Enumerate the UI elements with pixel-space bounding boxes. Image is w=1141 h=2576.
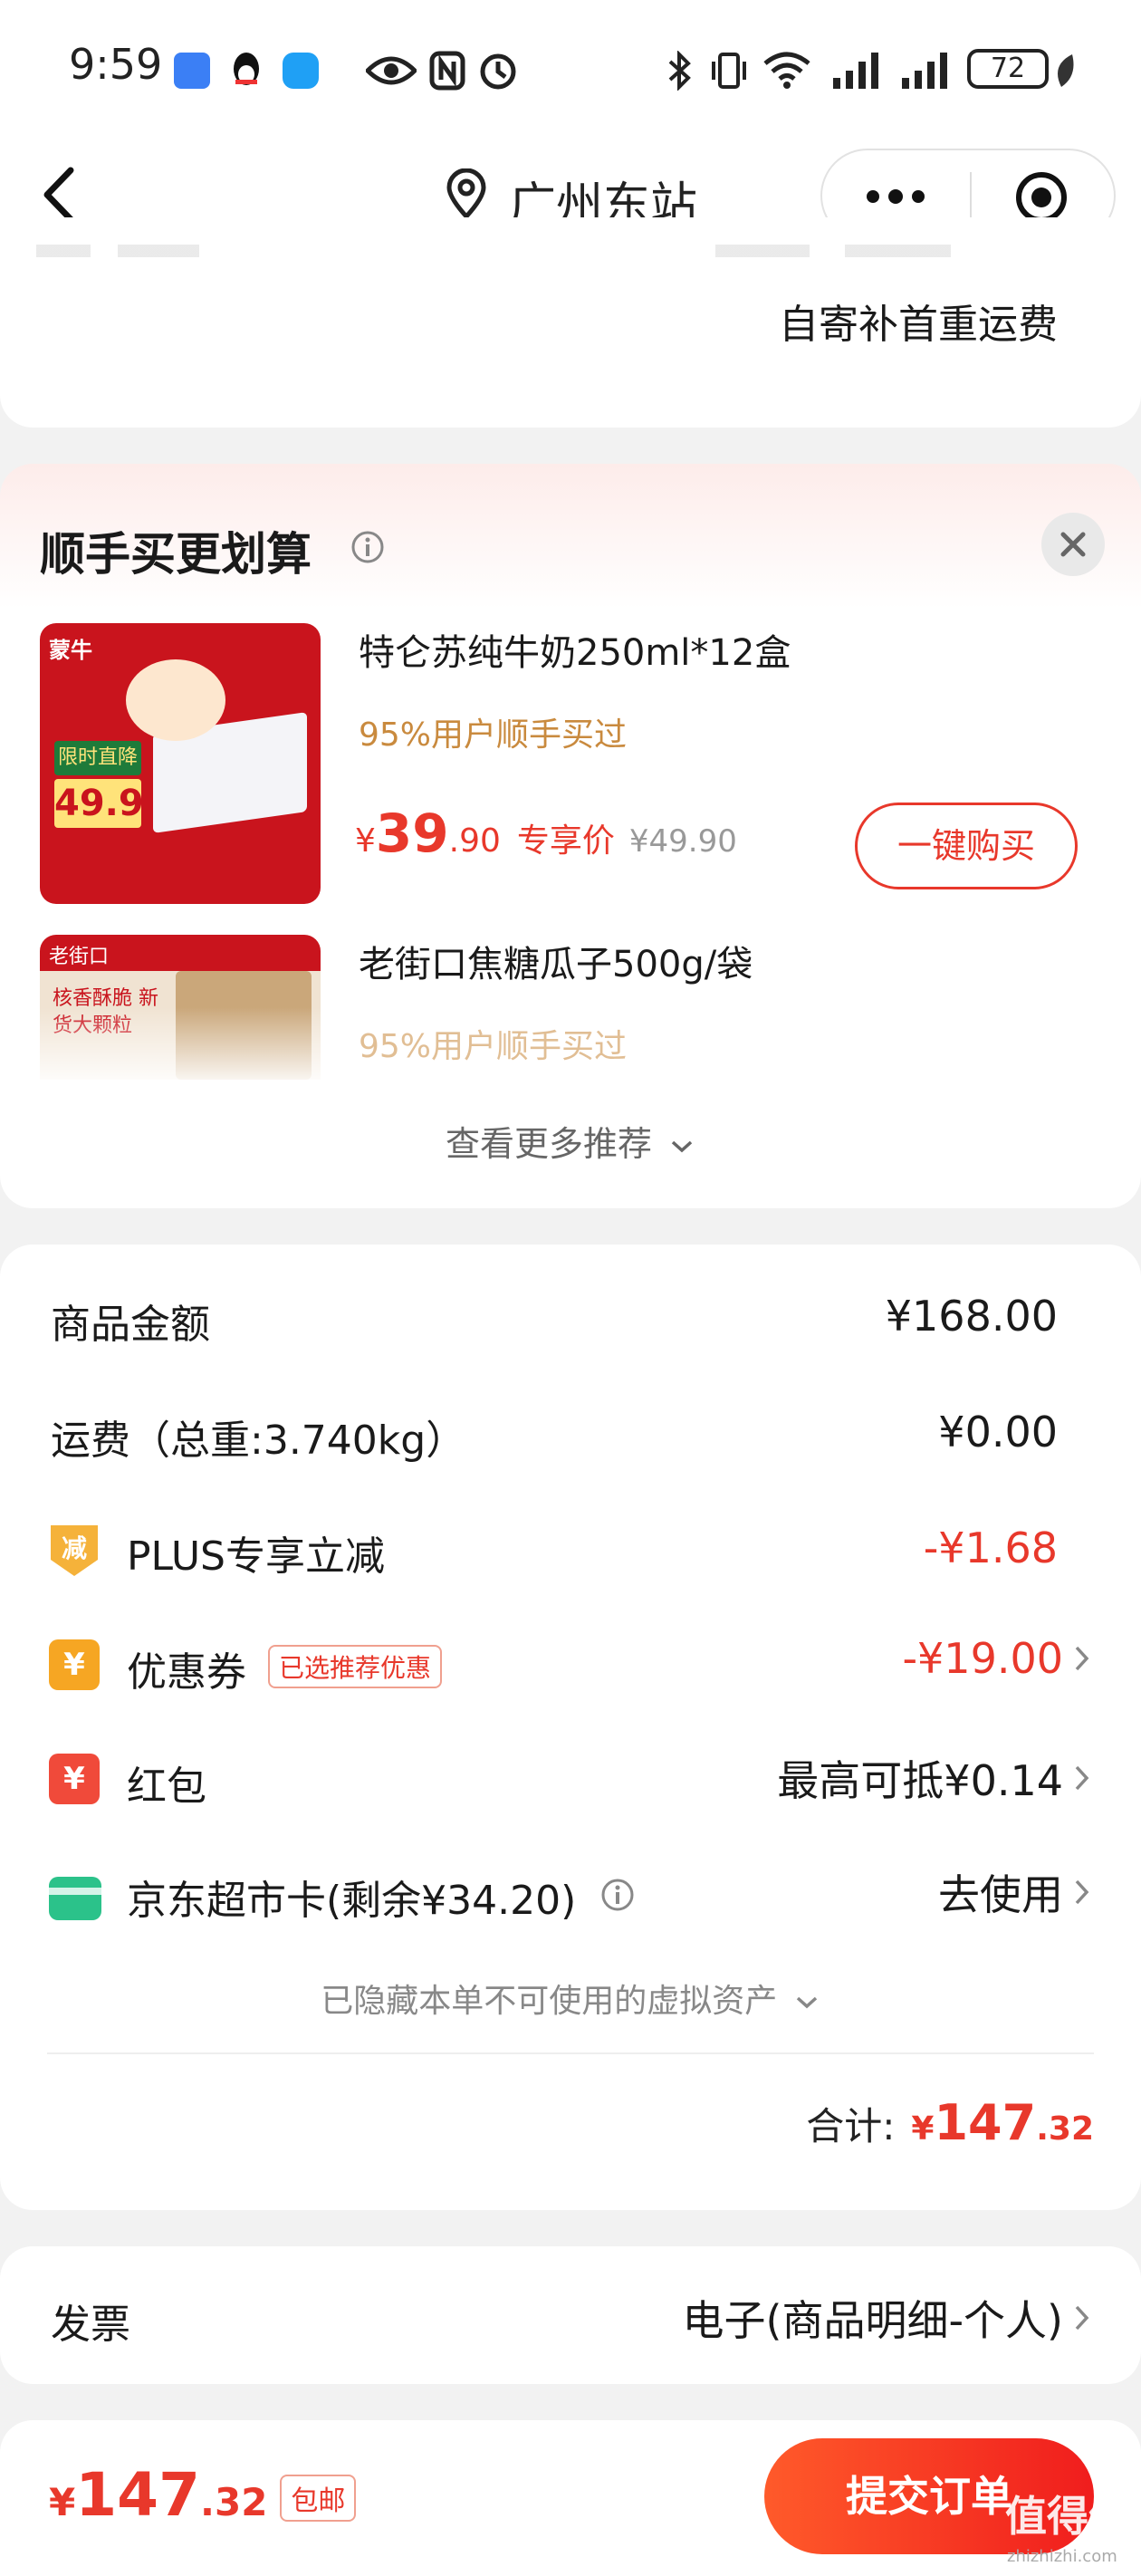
one-click-buy-button[interactable]: 一键购买 [855, 803, 1078, 889]
red-packet-icon: ¥ [49, 1754, 100, 1804]
status-time: 9:59 [69, 40, 163, 89]
invoice-value: 电子(商品明细-个人) [682, 2296, 1064, 2345]
product-price: ¥ 39 .90 专享价 ¥49.90 [355, 803, 737, 864]
total-label: 合计: [806, 2104, 896, 2148]
goods-amount-value: ¥168.00 [885, 1292, 1058, 1341]
freight-label: 运费（总重:3.740kg） [51, 1418, 466, 1464]
signal-icon-2 [900, 53, 951, 92]
coupon-icon: ¥ [49, 1639, 100, 1690]
divider [47, 2052, 1094, 2054]
show-more-recommendations[interactable]: 查看更多推荐 [0, 1116, 1141, 1166]
price-integer: 39 [375, 803, 449, 864]
invoice-selector[interactable]: 电子(商品明细-个人) [683, 2288, 1091, 2348]
plus-discount-icon: 减 [49, 1523, 100, 1578]
info-icon[interactable] [350, 529, 386, 569]
bottom-price: ¥ 147 .32 包邮 [49, 2460, 357, 2530]
product-social-proof-2: 95%用户顺手买过 [359, 1028, 628, 1065]
bottom-bar: ¥ 147 .32 包邮 提交订单 值得值 zhizhizhi.com [0, 2420, 1141, 2576]
order-summary-card: 商品金额 ¥168.00 运费（总重:3.740kg） ¥0.00 减 PLUS… [0, 1245, 1141, 2210]
chevron-right-icon [1075, 2305, 1089, 2331]
goods-amount-label: 商品金额 [51, 1302, 210, 1348]
shipping-note: 自寄补首重运费 [779, 302, 1058, 348]
chevron-right-icon [1075, 1646, 1089, 1671]
location-pin-icon [446, 168, 487, 223]
hidden-assets-label: 已隐藏本单不可使用的虚拟资产 [321, 1983, 778, 2020]
product-name[interactable]: 特仑苏纯牛奶250ml*12盒 [359, 623, 791, 676]
alarm-icon [478, 49, 518, 94]
bottom-currency: ¥ [49, 2480, 76, 2524]
clipped-text-residue-2 [715, 245, 951, 257]
supermarket-card-label: 京东超市卡(剩余¥34.20) [127, 1878, 577, 1924]
recommend-title: 顺手买更划算 [40, 528, 312, 581]
exclusive-price-label: 专享价 [516, 822, 615, 860]
more-icon[interactable] [864, 187, 927, 210]
total-decimal: .32 [1036, 2110, 1094, 2148]
card-stripe [49, 1888, 101, 1895]
mascot-graphic [126, 659, 225, 741]
red-packet-value: 最高可抵¥0.14 [777, 1756, 1063, 1805]
image-price-badge: 49.9 [54, 779, 144, 828]
plus-discount-label: PLUS专享立减 [127, 1533, 385, 1580]
red-packet-label: 红包 [127, 1764, 206, 1810]
invoice-label: 发票 [51, 2302, 130, 2348]
bottom-price-integer: 147 [75, 2460, 201, 2530]
nfc-icon [429, 51, 465, 94]
total-row: 合计: ¥ 147 .32 [806, 2094, 1094, 2151]
price-decimal: .90 [448, 822, 501, 860]
clipped-text-residue [36, 245, 308, 257]
price-currency: ¥ [355, 822, 376, 860]
chevron-down-icon [671, 1140, 693, 1153]
coupon-recommended-tag: 已选推荐优惠 [268, 1645, 443, 1688]
plus-discount-value: -¥1.68 [923, 1523, 1058, 1572]
red-packet-selector[interactable]: 最高可抵¥0.14 [777, 1748, 1090, 1808]
free-shipping-tag: 包邮 [280, 2475, 357, 2522]
wifi-icon [762, 51, 811, 92]
coupon-selector[interactable]: -¥19.00 [902, 1634, 1090, 1683]
vibrate-icon [708, 51, 750, 94]
image-brand-text-2: 老街口 [49, 946, 110, 968]
freight-value: ¥0.00 [938, 1408, 1058, 1456]
eye-icon [364, 53, 418, 92]
coupon-label: 优惠券 [127, 1649, 246, 1696]
chevron-right-icon [1075, 1765, 1089, 1791]
supermarket-card-selector[interactable]: 去使用 [938, 1862, 1090, 1922]
qq-icon [230, 51, 263, 91]
chat-badge-icon [174, 53, 210, 89]
image-sale-badge: 限时直降 [54, 741, 141, 775]
total-integer: 147 [934, 2094, 1037, 2151]
plus-icon-char: 减 [61, 1533, 87, 1563]
leaf-icon [1054, 53, 1078, 92]
status-bar: 9:59 72 [0, 0, 1141, 136]
bottom-price-decimal: .32 [200, 2480, 268, 2524]
signal-icon [831, 53, 882, 92]
total-currency: ¥ [911, 2110, 935, 2148]
product-name-2[interactable]: 老街口焦糖瓜子500g/袋 [359, 935, 753, 987]
supermarket-card-icon [49, 1877, 101, 1920]
shipping-card: 自寄补首重运费 [0, 217, 1141, 428]
product-social-proof: 95%用户顺手买过 [359, 716, 628, 754]
battery-indicator: 72 [967, 49, 1049, 89]
message-icon [283, 53, 319, 89]
watermark-url: zhizhizhi.com [1007, 2547, 1117, 2566]
hidden-assets-toggle[interactable]: 已隐藏本单不可使用的虚拟资产 [0, 1975, 1141, 2022]
recommend-card: 顺手买更划算 蒙牛 限时直降 49.9 特仑苏纯牛奶250ml*12盒 95%用… [0, 464, 1141, 1208]
original-price: ¥49.90 [628, 823, 737, 860]
image-brand-text: 蒙牛 [49, 638, 92, 663]
show-more-label: 查看更多推荐 [445, 1124, 652, 1164]
supermarket-card-value: 去使用 [938, 1870, 1063, 1919]
watermark: 值得值 [1005, 2492, 1130, 2541]
close-recommend-button[interactable] [1041, 513, 1105, 576]
invoice-card[interactable]: 发票 电子(商品明细-个人) [0, 2246, 1141, 2384]
product-image[interactable]: 蒙牛 限时直降 49.9 [40, 623, 321, 904]
info-icon[interactable] [599, 1877, 636, 1917]
bluetooth-icon [666, 50, 694, 94]
chevron-right-icon [1075, 1879, 1089, 1905]
close-icon [1060, 532, 1086, 557]
coupon-value: -¥19.00 [902, 1634, 1063, 1683]
chevron-down-icon [796, 1996, 817, 2009]
capsule-divider [970, 172, 972, 223]
